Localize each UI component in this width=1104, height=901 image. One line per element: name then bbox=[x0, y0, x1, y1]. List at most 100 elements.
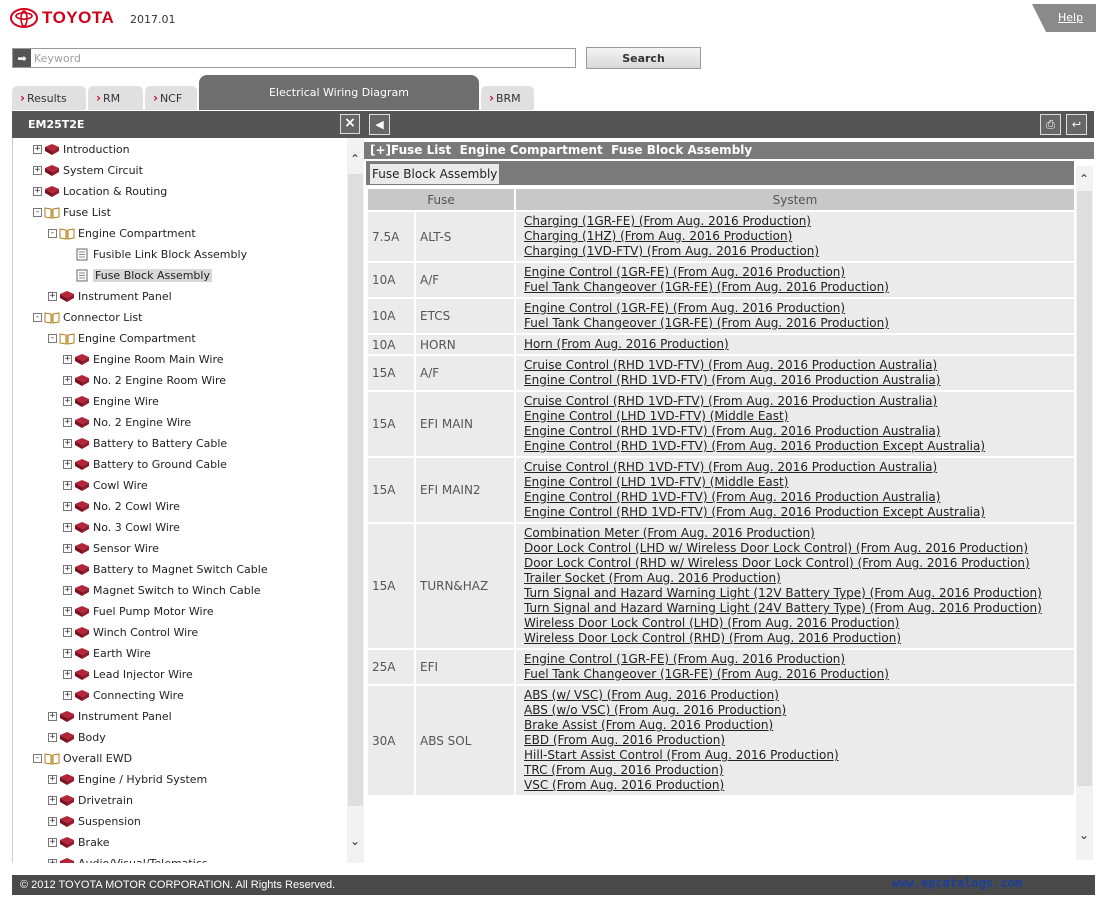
system-link[interactable]: Door Lock Control (LHD w/ Wireless Door … bbox=[524, 541, 1066, 556]
tree-item[interactable]: + Connecting Wire bbox=[63, 685, 184, 706]
expand-icon[interactable]: + bbox=[63, 397, 72, 406]
tree-item[interactable]: + Drivetrain bbox=[48, 790, 133, 811]
tree-item[interactable]: + No. 3 Cowl Wire bbox=[63, 517, 180, 538]
system-link[interactable]: Engine Control (RHD 1VD-FTV) (From Aug. … bbox=[524, 373, 1066, 388]
scroll-up-icon[interactable]: ⌃ bbox=[350, 152, 360, 166]
tree-item[interactable]: + Body bbox=[48, 727, 106, 748]
system-link[interactable]: Horn (From Aug. 2016 Production) bbox=[524, 337, 1066, 352]
expand-icon[interactable]: + bbox=[63, 565, 72, 574]
expand-icon[interactable]: + bbox=[63, 607, 72, 616]
expand-icon[interactable]: + bbox=[48, 292, 57, 301]
collapse-icon[interactable]: - bbox=[33, 208, 42, 217]
system-link[interactable]: ABS (w/o VSC) (From Aug. 2016 Production… bbox=[524, 703, 1066, 718]
tree-item[interactable]: + Winch Control Wire bbox=[63, 622, 198, 643]
tree-item[interactable]: + Battery to Battery Cable bbox=[63, 433, 227, 454]
expand-icon[interactable]: + bbox=[63, 691, 72, 700]
expand-icon[interactable]: + bbox=[33, 166, 42, 175]
system-link[interactable]: Charging (1VD-FTV) (From Aug. 2016 Produ… bbox=[524, 244, 1066, 259]
system-link[interactable]: Charging (1GR-FE) (From Aug. 2016 Produc… bbox=[524, 214, 1066, 229]
system-link[interactable]: TRC (From Aug. 2016 Production) bbox=[524, 763, 1066, 778]
return-icon[interactable]: ↩ bbox=[1066, 114, 1087, 135]
scroll-thumb[interactable] bbox=[348, 174, 363, 806]
expand-icon[interactable]: + bbox=[63, 523, 72, 532]
system-link[interactable]: Engine Control (1GR-FE) (From Aug. 2016 … bbox=[524, 265, 1066, 280]
print-icon[interactable]: ⎙ bbox=[1040, 114, 1061, 135]
system-link[interactable]: Engine Control (RHD 1VD-FTV) (From Aug. … bbox=[524, 490, 1066, 505]
expand-icon[interactable]: + bbox=[63, 418, 72, 427]
keyword-input[interactable] bbox=[31, 49, 575, 67]
system-link[interactable]: ABS (w/ VSC) (From Aug. 2016 Production) bbox=[524, 688, 1066, 703]
system-link[interactable]: Engine Control (RHD 1VD-FTV) (From Aug. … bbox=[524, 505, 1066, 520]
expand-icon[interactable]: + bbox=[63, 649, 72, 658]
help-link[interactable]: Help bbox=[1058, 11, 1083, 24]
system-link[interactable]: Hill-Start Assist Control (From Aug. 201… bbox=[524, 748, 1066, 763]
tree-item[interactable]: - Fuse List bbox=[33, 202, 111, 223]
tree-item[interactable]: + Introduction bbox=[33, 139, 130, 160]
expand-icon[interactable]: + bbox=[63, 502, 72, 511]
system-link[interactable]: Turn Signal and Hazard Warning Light (24… bbox=[524, 601, 1066, 616]
tree-item[interactable]: + Suspension bbox=[48, 811, 141, 832]
expand-icon[interactable]: + bbox=[63, 481, 72, 490]
tab-results[interactable]: › Results bbox=[12, 86, 86, 110]
system-link[interactable]: Trailer Socket (From Aug. 2016 Productio… bbox=[524, 571, 1066, 586]
expand-icon[interactable]: + bbox=[33, 145, 42, 154]
collapse-icon[interactable]: - bbox=[48, 334, 57, 343]
close-icon[interactable]: × bbox=[340, 114, 360, 134]
tree-item[interactable]: Fusible Link Block Assembly bbox=[63, 244, 247, 265]
expand-icon[interactable]: + bbox=[63, 460, 72, 469]
expand-icon[interactable]: + bbox=[33, 187, 42, 196]
system-link[interactable]: Engine Control (1GR-FE) (From Aug. 2016 … bbox=[524, 301, 1066, 316]
expand-icon[interactable]: + bbox=[63, 670, 72, 679]
system-link[interactable]: Fuel Tank Changeover (1GR-FE) (From Aug.… bbox=[524, 316, 1066, 331]
system-link[interactable]: Engine Control (RHD 1VD-FTV) (From Aug. … bbox=[524, 439, 1066, 454]
tree-item[interactable]: - Overall EWD bbox=[33, 748, 132, 769]
expand-icon[interactable]: + bbox=[63, 586, 72, 595]
tree-item[interactable]: + Engine Room Main Wire bbox=[63, 349, 224, 370]
system-link[interactable]: Engine Control (LHD 1VD-FTV) (Middle Eas… bbox=[524, 475, 1066, 490]
collapse-icon[interactable]: - bbox=[33, 754, 42, 763]
expand-icon[interactable]: + bbox=[48, 817, 57, 826]
system-link[interactable]: Charging (1HZ) (From Aug. 2016 Productio… bbox=[524, 229, 1066, 244]
tree-item[interactable]: + No. 2 Engine Wire bbox=[63, 412, 191, 433]
tab-ncf[interactable]: › NCF bbox=[145, 86, 197, 110]
system-link[interactable]: Fuel Tank Changeover (1GR-FE) (From Aug.… bbox=[524, 280, 1066, 295]
expand-icon[interactable]: + bbox=[48, 712, 57, 721]
system-link[interactable]: EBD (From Aug. 2016 Production) bbox=[524, 733, 1066, 748]
expand-icon[interactable]: + bbox=[48, 796, 57, 805]
system-link[interactable]: Wireless Door Lock Control (RHD) (From A… bbox=[524, 631, 1066, 646]
right-scrollbar[interactable]: ⌃ ⌄ bbox=[1076, 166, 1093, 860]
tree-item[interactable]: Fuse Block Assembly bbox=[63, 265, 212, 286]
expand-icon[interactable]: + bbox=[48, 859, 57, 863]
system-link[interactable]: Brake Assist (From Aug. 2016 Production) bbox=[524, 718, 1066, 733]
collapse-icon[interactable]: - bbox=[48, 229, 57, 238]
tree-item[interactable]: + Earth Wire bbox=[63, 643, 151, 664]
expand-icon[interactable]: + bbox=[63, 376, 72, 385]
tab-electrical-wiring-diagram[interactable]: Electrical Wiring Diagram bbox=[199, 75, 479, 110]
system-link[interactable]: Door Lock Control (RHD w/ Wireless Door … bbox=[524, 556, 1066, 571]
collapse-left-icon[interactable]: ◀ bbox=[369, 114, 390, 135]
tree-item[interactable]: + Sensor Wire bbox=[63, 538, 159, 559]
tree-item[interactable]: + Battery to Magnet Switch Cable bbox=[63, 559, 268, 580]
tree-item[interactable]: + No. 2 Cowl Wire bbox=[63, 496, 180, 517]
system-link[interactable]: Cruise Control (RHD 1VD-FTV) (From Aug. … bbox=[524, 358, 1066, 373]
collapse-icon[interactable]: - bbox=[33, 313, 42, 322]
system-link[interactable]: Cruise Control (RHD 1VD-FTV) (From Aug. … bbox=[524, 460, 1066, 475]
scroll-down-icon[interactable]: ⌄ bbox=[350, 834, 360, 848]
system-link[interactable]: Combination Meter (From Aug. 2016 Produc… bbox=[524, 526, 1066, 541]
tree-item[interactable]: - Engine Compartment bbox=[48, 223, 196, 244]
scroll-thumb[interactable] bbox=[1077, 191, 1092, 786]
scroll-down-icon[interactable]: ⌄ bbox=[1079, 828, 1089, 842]
expand-icon[interactable]: + bbox=[63, 544, 72, 553]
system-link[interactable]: VSC (From Aug. 2016 Production) bbox=[524, 778, 1066, 793]
system-link[interactable]: Engine Control (LHD 1VD-FTV) (Middle Eas… bbox=[524, 409, 1066, 424]
expand-icon[interactable]: + bbox=[48, 838, 57, 847]
system-link[interactable]: Engine Control (RHD 1VD-FTV) (From Aug. … bbox=[524, 424, 1066, 439]
tree-item[interactable]: + Audio/Visual/Telematics bbox=[48, 853, 208, 863]
expand-icon[interactable]: + bbox=[48, 775, 57, 784]
tree-item[interactable]: + Instrument Panel bbox=[48, 706, 172, 727]
expand-icon[interactable]: + bbox=[63, 355, 72, 364]
expand-icon[interactable]: + bbox=[63, 628, 72, 637]
scroll-up-icon[interactable]: ⌃ bbox=[1079, 172, 1089, 186]
search-button[interactable]: Search bbox=[586, 47, 701, 69]
system-link[interactable]: Engine Control (1GR-FE) (From Aug. 2016 … bbox=[524, 652, 1066, 667]
